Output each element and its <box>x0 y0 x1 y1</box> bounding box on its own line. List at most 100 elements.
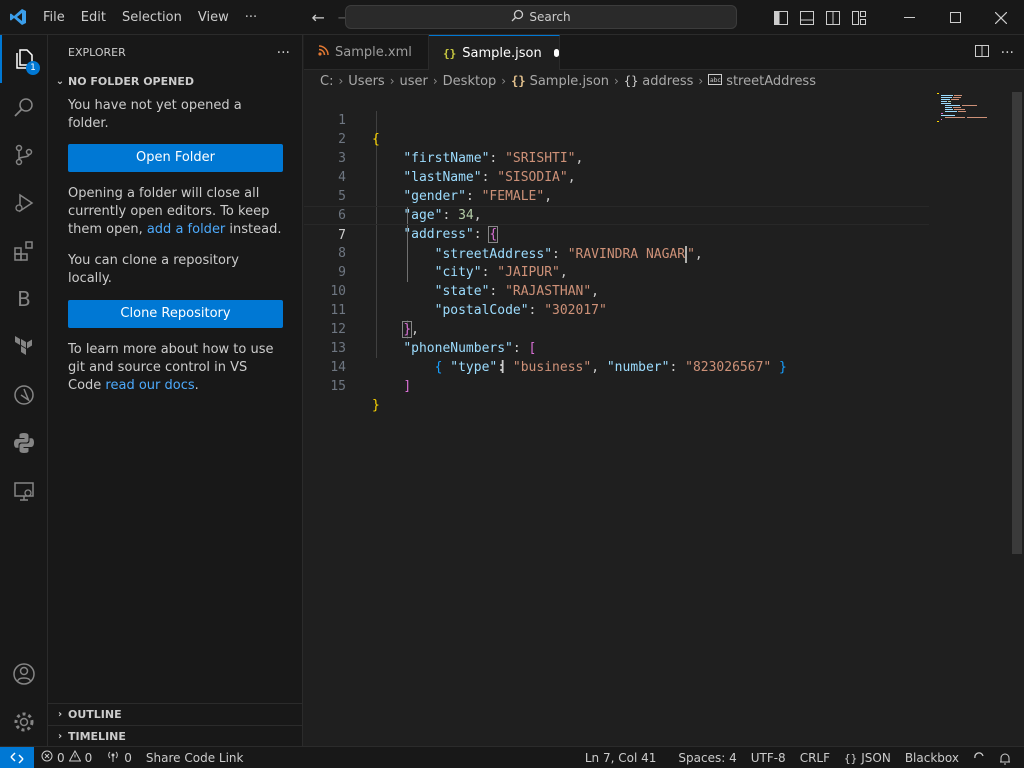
mouse-ibeam-icon: I <box>500 357 506 378</box>
sync-icon[interactable] <box>966 747 992 768</box>
open-folder-note: Opening a folder will close all currentl… <box>68 185 282 239</box>
chevron-right-icon: › <box>614 74 619 88</box>
command-center-search[interactable]: Search <box>345 5 737 29</box>
settings-gear-icon[interactable] <box>0 698 48 746</box>
back-arrow-icon[interactable]: ← <box>305 8 331 27</box>
code-line: 10 "postalCode": "302017" <box>304 263 929 318</box>
minimap[interactable] <box>937 92 997 132</box>
chevron-down-icon: ⌄ <box>55 75 65 87</box>
tab-label: Sample.xml <box>335 45 412 60</box>
toggle-secondary-sidebar-icon[interactable] <box>820 0 846 35</box>
encoding-status[interactable]: UTF-8 <box>744 747 793 768</box>
rss-icon <box>318 45 329 60</box>
extensions-icon[interactable] <box>0 227 48 275</box>
outline-section-header[interactable]: › OUTLINE <box>48 703 303 725</box>
breadcrumb-drive[interactable]: C: <box>320 74 333 89</box>
run-debug-icon[interactable] <box>0 179 48 227</box>
explorer-icon[interactable]: 1 <box>0 35 48 83</box>
close-icon[interactable] <box>978 0 1024 35</box>
search-view-icon[interactable] <box>0 83 48 131</box>
indentation-status[interactable]: Spaces: 4 <box>671 747 743 768</box>
code-line: 6 "address": { <box>304 187 929 243</box>
chevron-right-icon: › <box>501 74 507 88</box>
maximize-icon[interactable] <box>932 0 978 35</box>
menu-selection[interactable]: Selection <box>114 0 190 35</box>
remote-explorer-icon[interactable] <box>0 467 48 515</box>
accounts-icon[interactable] <box>0 650 48 698</box>
language-mode[interactable]: {} JSON <box>837 747 898 768</box>
chevron-right-icon: › <box>389 74 395 88</box>
code-line: 1 { <box>304 92 929 147</box>
broadcast-icon <box>106 750 120 765</box>
menu-file[interactable]: File <box>35 0 73 35</box>
code-line: 12 "phoneNumbers": [ <box>304 301 929 356</box>
breadcrumb-users[interactable]: Users <box>348 74 384 89</box>
menu-more[interactable]: ··· <box>237 0 265 35</box>
no-folder-section-header[interactable]: ⌄ NO FOLDER OPENED <box>48 70 302 92</box>
timeline-section-header[interactable]: › TIMELINE <box>48 725 303 747</box>
code-line: 15 } <box>304 358 929 413</box>
blackbox-b-icon[interactable]: B <box>0 275 48 323</box>
code-line: 5 "age": 34, <box>304 168 929 223</box>
remote-indicator-icon[interactable] <box>0 746 34 768</box>
more-actions-icon[interactable]: ··· <box>1001 45 1014 61</box>
chevron-right-icon: › <box>432 74 438 88</box>
editor-scrollbar[interactable] <box>1010 92 1024 746</box>
problems-status[interactable]: 0 0 <box>34 747 99 768</box>
git-learn-more: To learn more about how to use git and s… <box>68 341 282 395</box>
outline-title: OUTLINE <box>68 708 122 721</box>
ports-status[interactable]: 0 <box>99 747 139 768</box>
chevron-right-icon: › <box>57 709 63 720</box>
breadcrumb-address[interactable]: address <box>642 74 693 89</box>
breadcrumb-street-address[interactable]: streetAddress <box>726 74 816 89</box>
breadcrumb: C: › Users › user › Desktop › {} Sample.… <box>304 70 1024 92</box>
search-label: Search <box>529 10 571 24</box>
source-control-icon[interactable] <box>0 131 48 179</box>
ansible-icon[interactable] <box>0 371 48 419</box>
tab-sample-xml[interactable]: Sample.xml <box>304 35 429 70</box>
scrollbar-thumb[interactable] <box>1012 92 1022 554</box>
chevron-right-icon: › <box>698 74 704 88</box>
code-editor[interactable]: 1 { 2 "firstName": "SRISHTI", 3 "lastNam… <box>304 92 1024 746</box>
blackbox-status[interactable]: Blackbox <box>898 747 966 768</box>
customize-layout-icon[interactable] <box>846 0 872 35</box>
menu-view[interactable]: View <box>190 0 237 35</box>
string-field-icon: abc <box>708 73 723 89</box>
minimize-icon[interactable] <box>886 0 932 35</box>
code-line: 3 "lastName": "SISODIA", <box>304 130 929 185</box>
toggle-primary-sidebar-icon[interactable] <box>768 0 794 35</box>
breadcrumb-file[interactable]: Sample.json <box>530 74 609 89</box>
breadcrumb-desktop[interactable]: Desktop <box>443 74 497 89</box>
tab-label: Sample.json <box>462 45 542 61</box>
unsaved-dot-icon[interactable] <box>553 49 559 57</box>
split-editor-icon[interactable] <box>974 44 989 62</box>
share-code-link[interactable]: Share Code Link <box>139 747 251 768</box>
breadcrumb-user[interactable]: user <box>400 74 428 89</box>
chevron-right-icon: › <box>338 74 344 88</box>
code-line-current: 7 "streetAddress": "RAVINDRA NAGAR ", <box>304 206 929 263</box>
explorer-badge: 1 <box>26 61 40 75</box>
open-folder-button[interactable]: Open Folder <box>68 144 283 172</box>
learn-text-end: . <box>194 378 199 393</box>
code-line: 14 ] <box>304 339 929 394</box>
python-icon[interactable] <box>0 419 48 467</box>
terraform-icon[interactable] <box>0 323 48 371</box>
toggle-panel-icon[interactable] <box>794 0 820 35</box>
clone-repository-button[interactable]: Clone Repository <box>68 300 283 328</box>
read-docs-link[interactable]: read our docs <box>105 378 194 393</box>
code-line: 9 "state": "RAJASTHAN", <box>304 244 929 299</box>
ports-count: 0 <box>124 750 132 765</box>
status-bar: 0 0 0 Share Code Link Ln 7, Col 41 Space… <box>0 746 1024 768</box>
eol-status[interactable]: CRLF <box>793 747 837 768</box>
line-number: 15 <box>330 379 346 394</box>
notifications-bell-icon[interactable] <box>992 747 1018 768</box>
error-count: 0 <box>57 750 65 765</box>
add-folder-link[interactable]: add a folder <box>147 222 225 237</box>
code-line: 11 }, <box>304 282 929 338</box>
cursor-position[interactable]: Ln 7, Col 41 <box>578 747 664 768</box>
tab-sample-json[interactable]: {} Sample.json <box>429 35 560 70</box>
menu-edit[interactable]: Edit <box>73 0 114 35</box>
language-label: JSON <box>861 751 891 765</box>
code-line: 4 "gender": "FEMALE", <box>304 149 929 204</box>
explorer-more-actions-icon[interactable]: ··· <box>277 45 290 61</box>
